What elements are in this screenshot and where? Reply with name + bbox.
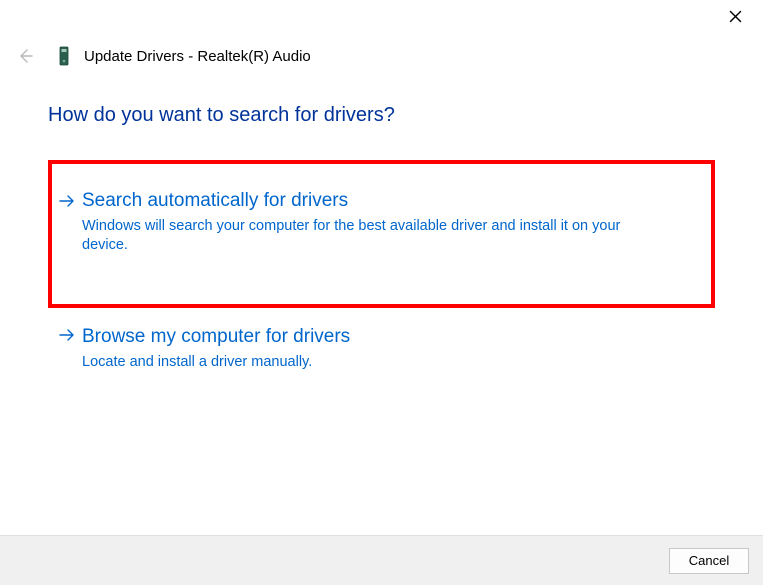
option-browse-computer[interactable]: Browse my computer for drivers Locate an…: [48, 322, 715, 394]
close-button[interactable]: [721, 2, 749, 30]
page-heading: How do you want to search for drivers?: [48, 104, 395, 127]
wizard-title: Update Drivers - Realtek(R) Audio: [84, 48, 311, 65]
arrow-left-icon: [17, 48, 33, 64]
wizard-header: Update Drivers - Realtek(R) Audio: [14, 45, 749, 67]
close-icon: [729, 10, 742, 23]
cancel-button[interactable]: Cancel: [669, 548, 749, 574]
option-browse-title: Browse my computer for drivers: [82, 326, 695, 349]
option-auto-title: Search automatically for drivers: [82, 190, 691, 213]
option-auto-desc: Windows will search your computer for th…: [82, 217, 642, 256]
option-search-automatically[interactable]: Search automatically for drivers Windows…: [48, 160, 715, 308]
arrow-right-icon: [58, 326, 76, 344]
option-browse-desc: Locate and install a driver manually.: [82, 353, 642, 373]
back-button[interactable]: [14, 45, 36, 67]
device-icon: [56, 45, 72, 67]
arrow-right-icon: [58, 192, 76, 210]
dialog-footer: Cancel: [0, 535, 763, 585]
